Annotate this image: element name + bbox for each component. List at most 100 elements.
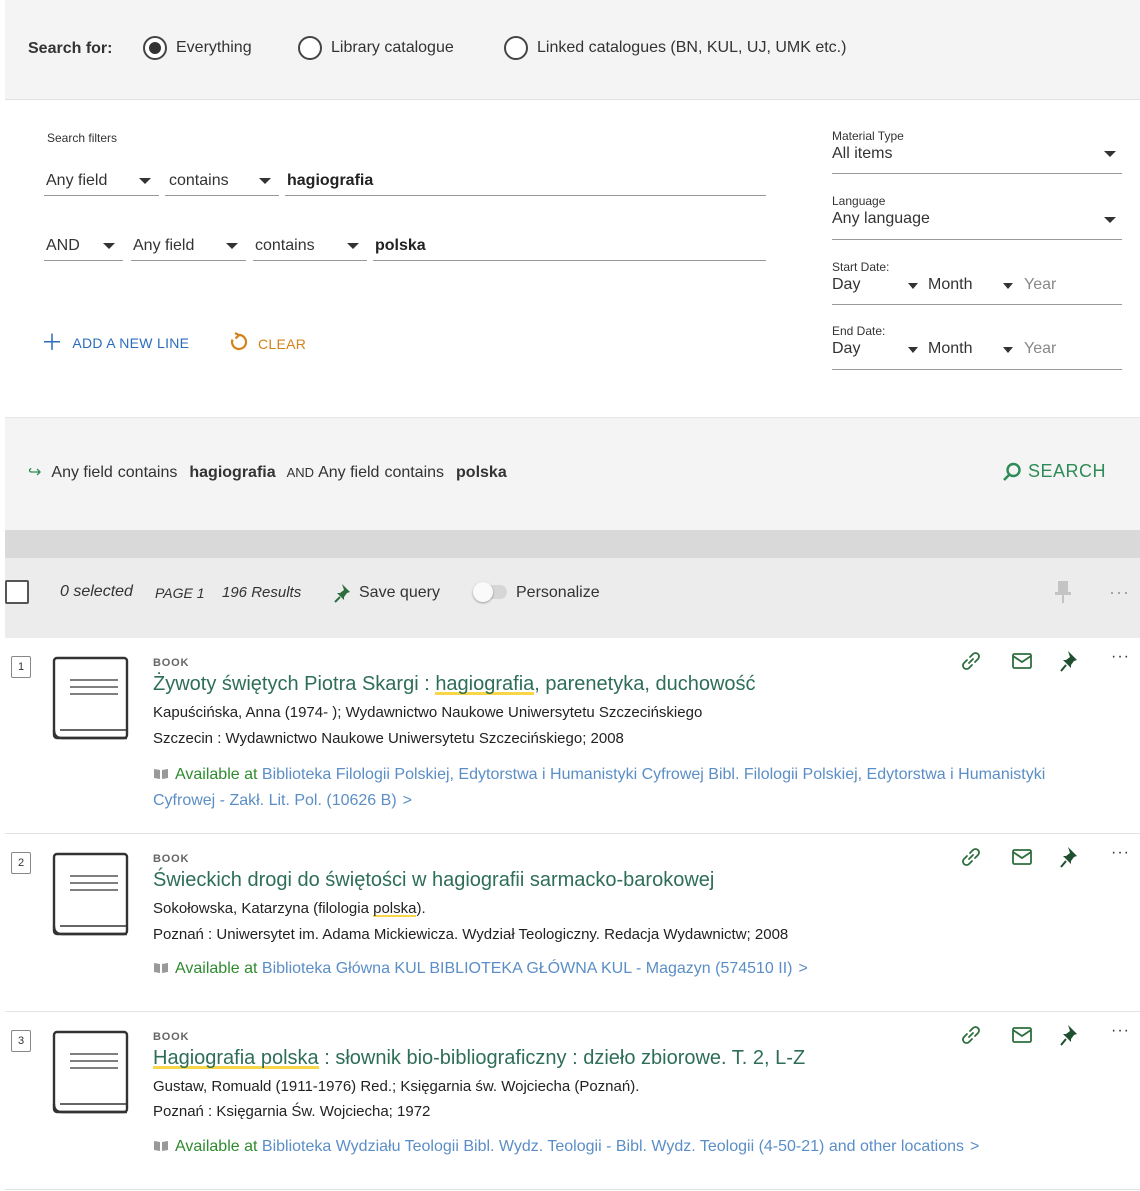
- language-select[interactable]: Language Any language: [832, 194, 1122, 240]
- permalink-icon[interactable]: [960, 846, 982, 868]
- language-label: Language: [832, 194, 886, 208]
- caret-down-icon: [1003, 283, 1013, 289]
- line2-operator-value: contains: [255, 236, 315, 254]
- start-month-value: Month: [928, 276, 973, 293]
- author-part: Sokołowska, Katarzyna (filologia: [153, 900, 374, 917]
- start-date-field: Start Date: Day Month Year: [832, 260, 1122, 305]
- caret-down-icon: [259, 178, 271, 184]
- search-for-label: Search for:: [28, 40, 113, 57]
- book-cover-icon[interactable]: [52, 852, 130, 938]
- author-part: ).: [416, 900, 426, 917]
- availability-status: Available at: [175, 960, 258, 977]
- result-item: 2 BOOK Świeckich drogi do świętości w ha…: [5, 834, 1140, 1012]
- radio-selected-icon: [143, 36, 167, 60]
- line2-operator-select[interactable]: contains: [253, 231, 367, 261]
- line1-operator-select[interactable]: contains: [165, 166, 279, 196]
- line2-field-select[interactable]: Any field: [131, 231, 246, 261]
- title-part: , parenetyka, duchowość: [534, 673, 756, 695]
- start-date-label: Start Date:: [832, 260, 890, 274]
- permalink-icon[interactable]: [960, 1024, 982, 1046]
- scope-everything-radio[interactable]: Everything: [143, 36, 252, 60]
- start-day-select[interactable]: Day: [832, 276, 928, 298]
- open-book-icon: [154, 963, 168, 973]
- material-type-select[interactable]: Material Type All items: [832, 129, 1122, 174]
- material-type-label: Material Type: [832, 129, 904, 143]
- reset-icon: [229, 332, 249, 356]
- scope-library-catalogue-label: Library catalogue: [331, 39, 454, 56]
- summary-field-2: Any field: [318, 464, 380, 481]
- result-publisher: Poznań : Uniwersytet im. Adama Mickiewic…: [153, 926, 789, 943]
- availability-link[interactable]: Available at Biblioteka Filologii Polski…: [153, 762, 1073, 814]
- caret-down-icon: [226, 243, 238, 249]
- availability-location: Biblioteka Główna KUL BIBLIOTEKA GŁÓWNA …: [261, 960, 793, 977]
- open-book-icon: [154, 1141, 168, 1151]
- save-query-label: Save query: [359, 584, 440, 601]
- pin-icon[interactable]: [1060, 1024, 1080, 1046]
- start-year-input[interactable]: Year: [1024, 276, 1056, 298]
- summary-operator-2: contains: [384, 464, 445, 481]
- result-title[interactable]: Hagiografia polska : słownik bio-bibliog…: [153, 1047, 805, 1070]
- line1-term-input[interactable]: hagiografia: [285, 166, 766, 196]
- search-icon: [1003, 462, 1021, 481]
- result-title[interactable]: Świeckich drogi do świętości w hagiograf…: [153, 869, 714, 892]
- radio-unselected-icon: [298, 36, 322, 60]
- search-button[interactable]: SEARCH: [1002, 461, 1106, 482]
- line2-boolean-value: AND: [46, 236, 80, 254]
- results-toolbar: 0 selected PAGE 1 196 Results Save query…: [5, 558, 1140, 638]
- select-all-checkbox[interactable]: [5, 580, 29, 604]
- availability-link[interactable]: Available at Biblioteka Główna KUL BIBLI…: [153, 956, 1073, 982]
- pin-icon[interactable]: [1060, 650, 1080, 672]
- more-actions-icon[interactable]: ···: [1111, 844, 1130, 862]
- book-cover-icon[interactable]: [52, 1030, 130, 1116]
- line2-field-value: Any field: [133, 236, 195, 254]
- chevron-right-icon: >: [402, 792, 412, 809]
- material-type-value: All items: [832, 145, 893, 162]
- end-day-select[interactable]: Day: [832, 340, 928, 362]
- end-year-input[interactable]: Year: [1024, 340, 1056, 362]
- result-author: Sokołowska, Katarzyna (filologia polska)…: [153, 900, 426, 917]
- result-number[interactable]: 2: [11, 852, 31, 874]
- save-query-button[interactable]: Save query: [333, 582, 440, 604]
- pin-icon[interactable]: [1060, 846, 1080, 868]
- result-actions: ···: [960, 1022, 1140, 1054]
- toolbar-more-icon[interactable]: ···: [1109, 582, 1130, 603]
- permalink-icon[interactable]: [960, 650, 982, 672]
- clear-button[interactable]: CLEAR: [229, 332, 306, 356]
- language-value: Any language: [832, 210, 930, 227]
- summary-boolean: AND: [286, 465, 315, 480]
- result-type: BOOK: [153, 1031, 190, 1043]
- result-number[interactable]: 3: [11, 1030, 31, 1052]
- more-actions-icon[interactable]: ···: [1111, 1022, 1130, 1040]
- result-title[interactable]: Żywoty świętych Piotra Skargi : hagiogra…: [153, 673, 756, 696]
- result-item: 1 BOOK Żywoty świętych Piotra Skargi : h…: [5, 638, 1140, 834]
- scope-linked-catalogues-radio[interactable]: Linked catalogues (BN, KUL, UJ, UMK etc.…: [504, 36, 846, 60]
- availability-location: Biblioteka Wydziału Teologii Bibl. Wydz.…: [261, 1138, 965, 1155]
- line2-term-input[interactable]: polska: [373, 231, 766, 261]
- line1-field-select[interactable]: Any field: [44, 166, 159, 196]
- availability-link[interactable]: Available at Biblioteka Wydziału Teologi…: [153, 1134, 1073, 1160]
- result-type: BOOK: [153, 853, 190, 865]
- email-icon[interactable]: [1011, 848, 1033, 866]
- add-new-line-button[interactable]: ＋ ADD A NEW LINE: [41, 332, 189, 354]
- caret-down-icon: [347, 243, 359, 249]
- book-cover-icon[interactable]: [52, 656, 130, 742]
- caret-down-icon: [908, 347, 918, 353]
- more-actions-icon[interactable]: ···: [1111, 648, 1130, 666]
- personalize-toggle[interactable]: [473, 582, 507, 602]
- start-month-select[interactable]: Month: [928, 276, 1024, 298]
- scope-library-catalogue-radio[interactable]: Library catalogue: [298, 36, 454, 60]
- result-author: Kapuścińska, Anna (1974- ); Wydawnictwo …: [153, 704, 703, 721]
- end-month-value: Month: [928, 340, 973, 357]
- availability-status: Available at: [175, 766, 258, 783]
- end-month-select[interactable]: Month: [928, 340, 1024, 362]
- caret-down-icon: [1104, 151, 1116, 157]
- result-number[interactable]: 1: [11, 656, 31, 678]
- email-icon[interactable]: [1011, 652, 1033, 670]
- clear-label: CLEAR: [258, 336, 307, 352]
- result-author: Gustaw, Romuald (1911-1976) Red.; Księga…: [153, 1078, 640, 1095]
- email-icon[interactable]: [1011, 1026, 1033, 1044]
- end-day-value: Day: [832, 340, 861, 357]
- personalize-label: Personalize: [516, 584, 600, 601]
- line2-boolean-select[interactable]: AND: [44, 231, 123, 261]
- pinned-items-icon[interactable]: [1055, 580, 1071, 608]
